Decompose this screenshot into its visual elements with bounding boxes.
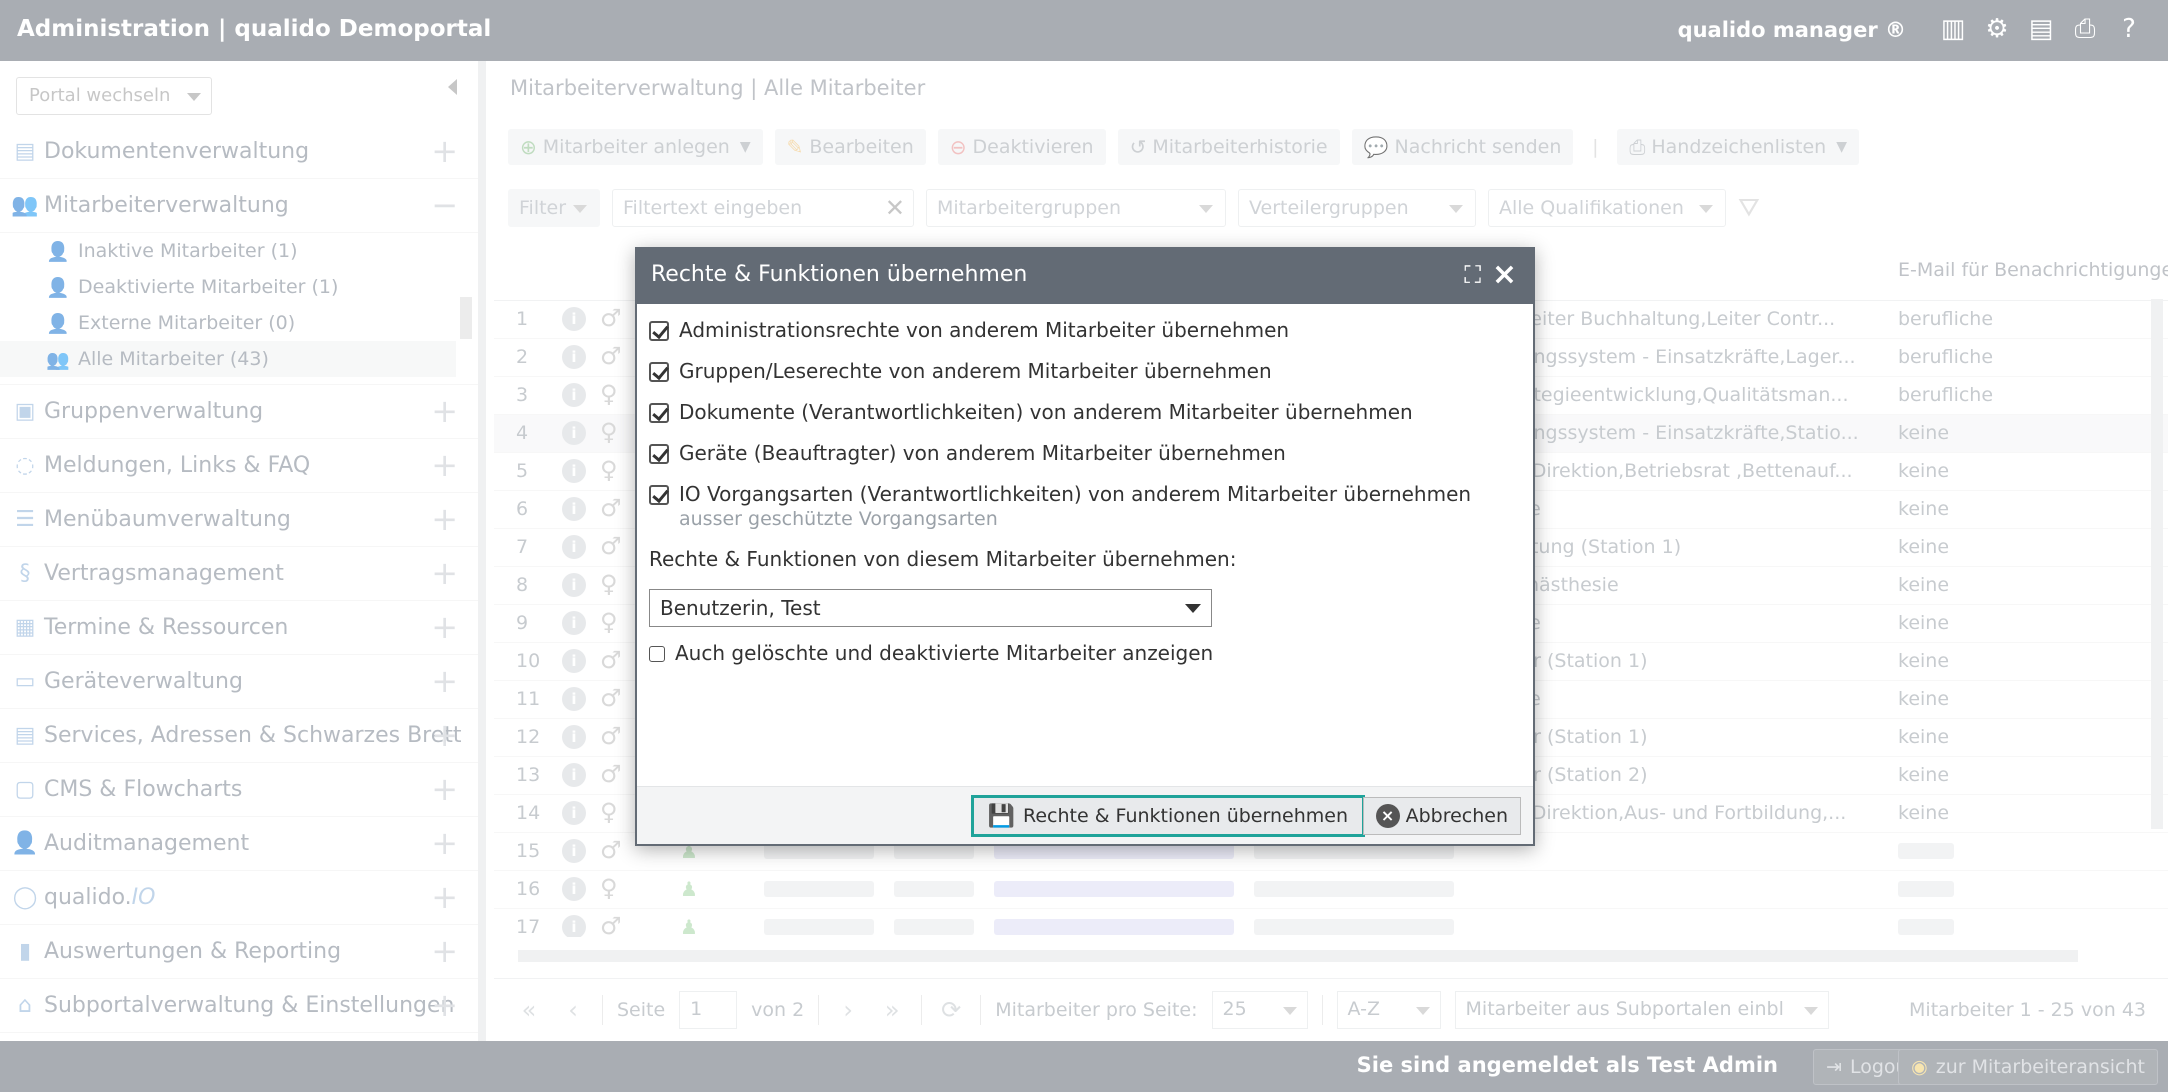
- checkbox-io-process-types[interactable]: [649, 485, 669, 505]
- transfer-rights-dialog: Rechte & Funktionen übernehmen ⛶ × Admin…: [635, 247, 1535, 846]
- source-employee-select[interactable]: Benutzerin, Test: [649, 589, 1212, 627]
- apply-rights-button[interactable]: 💾 Rechte & Funktionen übernehmen: [970, 795, 1365, 837]
- checkbox-documents[interactable]: [649, 403, 669, 423]
- dialog-header: Rechte & Funktionen übernehmen ⛶ ×: [637, 249, 1533, 304]
- option-hint: ausser geschützte Vorgangsarten: [679, 508, 998, 530]
- dialog-footer: 💾 Rechte & Funktionen übernehmen × Abbre…: [637, 786, 1533, 844]
- checkbox-devices[interactable]: [649, 444, 669, 464]
- option-io-process-types[interactable]: IO Vorgangsarten (Verantwortlichkeiten) …: [649, 482, 1521, 530]
- source-employee-label: Rechte & Funktionen von diesem Mitarbeit…: [649, 547, 1237, 571]
- option-admin-rights[interactable]: Administrationsrechte von anderem Mitarb…: [649, 318, 1521, 342]
- option-group-rights[interactable]: Gruppen/Leserechte von anderem Mitarbeit…: [649, 359, 1521, 383]
- cancel-button[interactable]: × Abbrechen: [1362, 797, 1521, 835]
- option-show-deleted[interactable]: Auch gelöschte und deaktivierte Mitarbei…: [649, 641, 1521, 665]
- close-circle-icon: ×: [1375, 804, 1400, 828]
- checkbox-group-rights[interactable]: [649, 362, 669, 382]
- maximize-icon[interactable]: ⛶: [1464, 261, 1481, 289]
- save-icon: 💾: [987, 803, 1015, 829]
- chevron-down-icon: [1185, 604, 1201, 613]
- checkbox-show-deleted[interactable]: [649, 646, 665, 662]
- option-documents[interactable]: Dokumente (Verantwortlichkeiten) von and…: [649, 400, 1521, 424]
- dialog-body: Administrationsrechte von anderem Mitarb…: [637, 304, 1533, 788]
- option-devices[interactable]: Geräte (Beauftragter) von anderem Mitarb…: [649, 441, 1521, 465]
- dialog-title: Rechte & Funktionen übernehmen: [651, 262, 1028, 287]
- checkbox-admin-rights[interactable]: [649, 321, 669, 341]
- close-icon[interactable]: ×: [1492, 257, 1517, 292]
